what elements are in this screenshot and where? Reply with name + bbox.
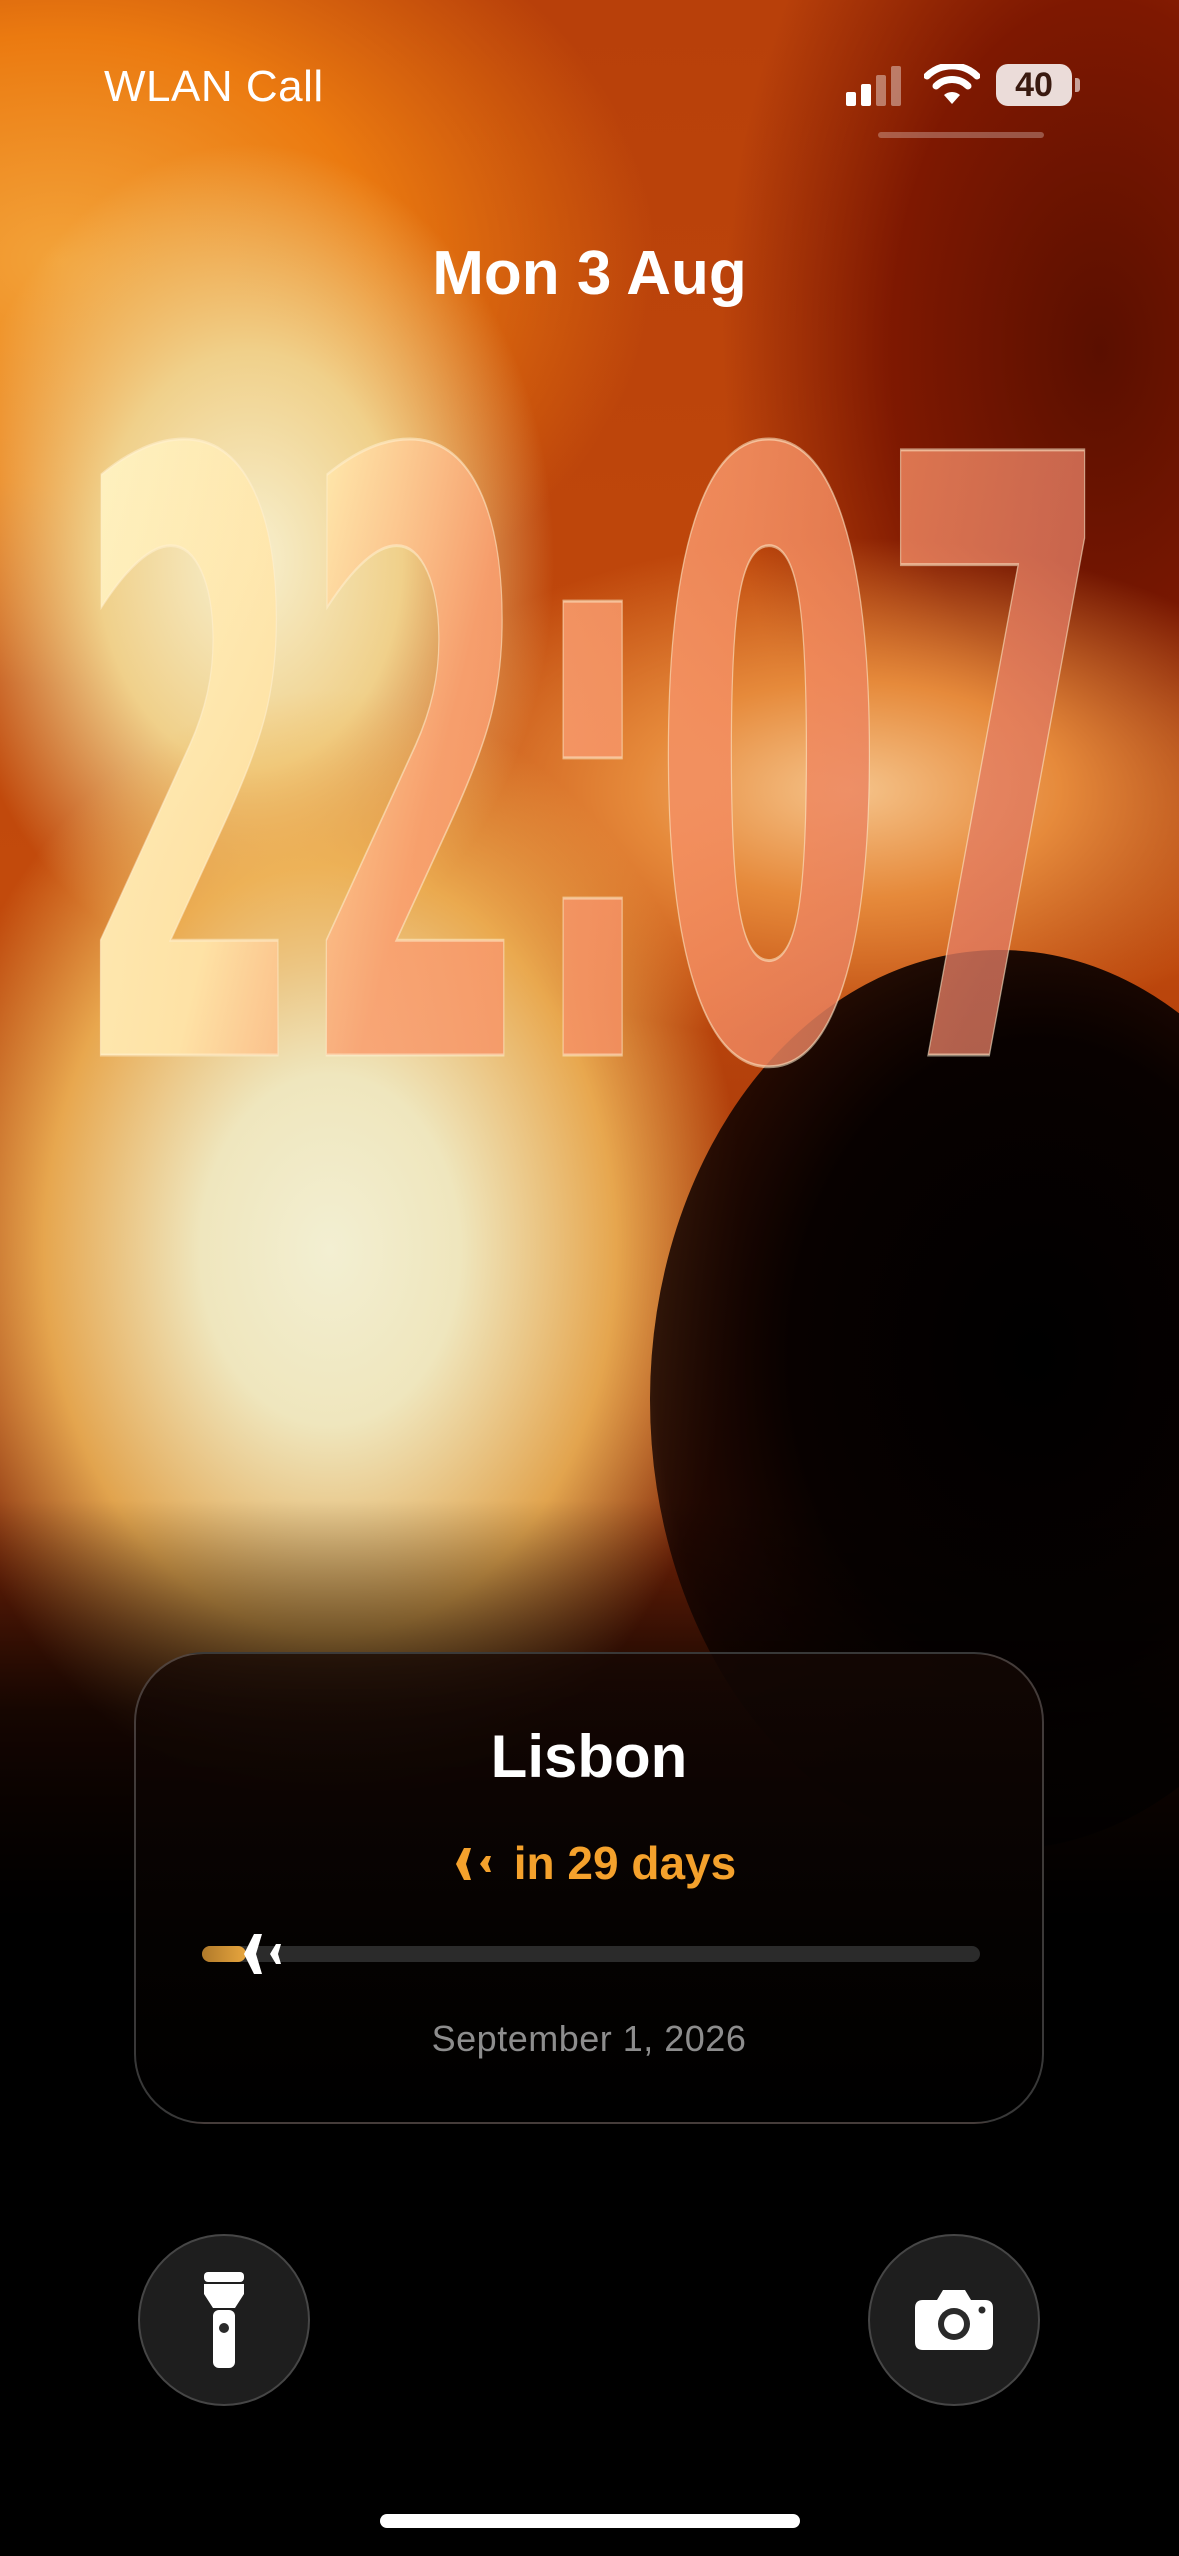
wifi-icon — [924, 64, 980, 104]
trip-progress-bar — [202, 1934, 980, 1974]
status-bar: WLAN Call 40 — [0, 0, 1179, 160]
countdown-label: in 29 days — [513, 1837, 737, 1889]
flashlight-button[interactable] — [138, 2234, 310, 2406]
carrier-label: WLAN Call — [104, 62, 324, 111]
home-indicator[interactable] — [380, 2514, 800, 2528]
airplane-icon — [443, 1848, 491, 1880]
camera-icon — [915, 2290, 993, 2350]
countdown-row: in 29 days — [136, 1836, 1042, 1890]
camera-button[interactable] — [868, 2234, 1040, 2406]
flashlight-icon — [204, 2272, 244, 2368]
trip-date: September 1, 2026 — [431, 2018, 747, 2059]
progress-airplane-icon — [230, 1934, 281, 1974]
lock-date: Mon 3 Aug — [432, 239, 747, 308]
battery-level: 40 — [1015, 66, 1053, 104]
trip-countdown-widget[interactable]: Lisbon in 29 days September 1, 2026 — [134, 1652, 1044, 2124]
battery-tip — [1075, 78, 1080, 92]
cellular-signal-icon — [846, 66, 901, 106]
battery-icon: 40 — [996, 64, 1080, 106]
lock-clock: 22:07 — [73, 300, 1124, 1100]
status-underline — [878, 132, 1044, 138]
lock-screen: WLAN Call 40 Mon 3 Aug 22:07 Lisbon in 2… — [0, 0, 1179, 2556]
destination-title: Lisbon — [490, 1723, 688, 1790]
clock-time: 22:07 — [74, 300, 1104, 1100]
